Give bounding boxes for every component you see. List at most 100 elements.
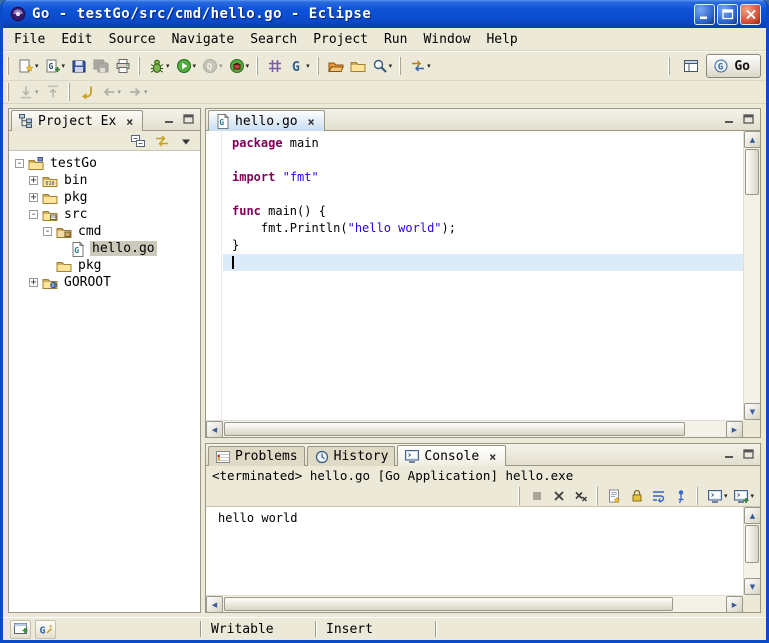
tab-history[interactable]: History: [307, 446, 396, 466]
tab-console[interactable]: Console×: [397, 445, 506, 466]
console-vertical-scrollbar[interactable]: ▲ ▼: [743, 507, 760, 595]
toolbar-handle[interactable]: [256, 57, 258, 75]
toolbar-handle[interactable]: [7, 57, 9, 75]
tree-item-cmd[interactable]: -cmd: [9, 223, 200, 240]
scrollbar-thumb[interactable]: [745, 525, 759, 563]
scroll-lock-button[interactable]: [626, 485, 648, 507]
menu-search[interactable]: Search: [242, 29, 305, 50]
open-console-button[interactable]: ▾: [730, 485, 757, 507]
print-button[interactable]: [112, 55, 134, 77]
menu-project[interactable]: Project: [305, 29, 376, 50]
go-tools-button[interactable]: G▾: [286, 55, 313, 77]
open-go-package-button[interactable]: [325, 55, 347, 77]
project-tree[interactable]: -testGo+010bin+pkg-src-cmdGhello.gopkg+G…: [9, 151, 200, 612]
scroll-right-button[interactable]: ▶: [726, 596, 743, 613]
menu-file[interactable]: File: [6, 29, 53, 50]
toolbar-handle[interactable]: [596, 487, 598, 505]
scrollbar-thumb[interactable]: [745, 149, 759, 195]
scrollbar-thumb[interactable]: [224, 422, 685, 436]
editor-horizontal-scrollbar[interactable]: ◀ ▶: [206, 420, 743, 437]
menu-source[interactable]: Source: [101, 29, 164, 50]
word-wrap-button[interactable]: [648, 485, 670, 507]
expander-plus-icon[interactable]: +: [29, 176, 38, 185]
tree-item-hello-go[interactable]: Ghello.go: [9, 240, 200, 257]
team-sync-button[interactable]: ▾: [407, 55, 434, 77]
maximize-view-button[interactable]: [180, 112, 196, 126]
search-button[interactable]: ▾: [369, 55, 396, 77]
expander-plus-icon[interactable]: +: [29, 193, 38, 202]
close-icon[interactable]: ×: [305, 115, 318, 128]
scroll-down-button[interactable]: ▼: [744, 403, 760, 420]
scroll-left-button[interactable]: ◀: [206, 596, 223, 613]
go-perspective-button[interactable]: G Go: [706, 54, 761, 78]
trim-go-button[interactable]: G: [35, 620, 56, 639]
last-edit-button[interactable]: [76, 81, 98, 103]
menu-navigate[interactable]: Navigate: [164, 29, 243, 50]
annotation-ruler[interactable]: [206, 131, 222, 420]
save-button[interactable]: [68, 55, 90, 77]
link-editor-button[interactable]: [151, 132, 173, 150]
run-history-button[interactable]: Q▾: [199, 55, 226, 77]
tree-item-testgo[interactable]: -testGo: [9, 155, 200, 172]
debug-button[interactable]: ▾: [146, 55, 173, 77]
tab-project-explorer[interactable]: Project Ex ×: [11, 110, 143, 131]
tree-item-goroot[interactable]: +GOROOT: [9, 274, 200, 291]
toolbar-handle[interactable]: [7, 83, 9, 101]
new-go-button[interactable]: G▾: [42, 55, 69, 77]
title-bar[interactable]: Go - testGo/src/cmd/hello.go - Eclipse: [3, 0, 766, 28]
minimize-button[interactable]: [694, 4, 715, 25]
remove-launch-button[interactable]: [548, 485, 570, 507]
terminate-button[interactable]: [526, 485, 548, 507]
toolbar-handle[interactable]: [317, 57, 319, 75]
minimize-view-button[interactable]: [721, 447, 737, 461]
toolbar-handle[interactable]: [696, 487, 698, 505]
toolbar-handle[interactable]: [668, 57, 670, 75]
menu-window[interactable]: Window: [415, 29, 478, 50]
expander-minus-icon[interactable]: -: [15, 159, 24, 168]
console-horizontal-scrollbar[interactable]: ◀ ▶: [206, 595, 743, 612]
tree-item-bin[interactable]: +010bin: [9, 172, 200, 189]
perspective-switcher-button[interactable]: [680, 55, 702, 77]
prev-annotation-button[interactable]: [42, 81, 64, 103]
toolbar-handle[interactable]: [68, 83, 70, 101]
scroll-right-button[interactable]: ▶: [726, 421, 743, 437]
console-output[interactable]: hello world ▲ ▼ ◀ ▶: [206, 506, 760, 612]
close-button[interactable]: [740, 4, 761, 25]
maximize-view-button[interactable]: [740, 447, 756, 461]
tab-hello-go[interactable]: G hello.go ×: [208, 110, 325, 131]
menu-run[interactable]: Run: [376, 29, 415, 50]
collapse-all-button[interactable]: [127, 132, 149, 150]
remove-all-button[interactable]: [570, 485, 592, 507]
tree-item-pkg[interactable]: +pkg: [9, 189, 200, 206]
scroll-up-button[interactable]: ▲: [744, 131, 760, 148]
next-annotation-button[interactable]: ▾: [15, 81, 42, 103]
scroll-down-button[interactable]: ▼: [744, 578, 761, 595]
minimize-view-button[interactable]: [161, 112, 177, 126]
clear-console-button[interactable]: [604, 485, 626, 507]
forward-button[interactable]: ▾: [124, 81, 151, 103]
go-build-button[interactable]: [264, 55, 286, 77]
fast-view-button[interactable]: [10, 620, 31, 639]
back-button[interactable]: ▾: [98, 81, 125, 103]
view-menu-button[interactable]: [175, 132, 197, 150]
new-wizard-button[interactable]: ▾: [15, 55, 42, 77]
external-tools-button[interactable]: ▾: [226, 55, 253, 77]
tab-problems[interactable]: Problems: [208, 446, 305, 466]
maximize-view-button[interactable]: [740, 112, 756, 126]
scrollbar-thumb[interactable]: [224, 597, 673, 611]
display-console-button[interactable]: ▾: [704, 485, 731, 507]
menu-edit[interactable]: Edit: [53, 29, 100, 50]
tree-item-pkg[interactable]: pkg: [9, 257, 200, 274]
folder-button[interactable]: [347, 55, 369, 77]
menu-help[interactable]: Help: [478, 29, 525, 50]
toolbar-handle[interactable]: [138, 57, 140, 75]
expander-plus-icon[interactable]: +: [29, 278, 38, 287]
run-button[interactable]: ▾: [173, 55, 200, 77]
tree-item-src[interactable]: -src: [9, 206, 200, 223]
code-area[interactable]: package mainimport "fmt"func main() { fm…: [223, 131, 743, 420]
maximize-button[interactable]: [717, 4, 738, 25]
pin-console-button[interactable]: [670, 485, 692, 507]
close-icon[interactable]: ×: [486, 450, 499, 463]
editor-vertical-scrollbar[interactable]: ▲ ▼: [743, 131, 760, 420]
scroll-left-button[interactable]: ◀: [206, 421, 223, 437]
